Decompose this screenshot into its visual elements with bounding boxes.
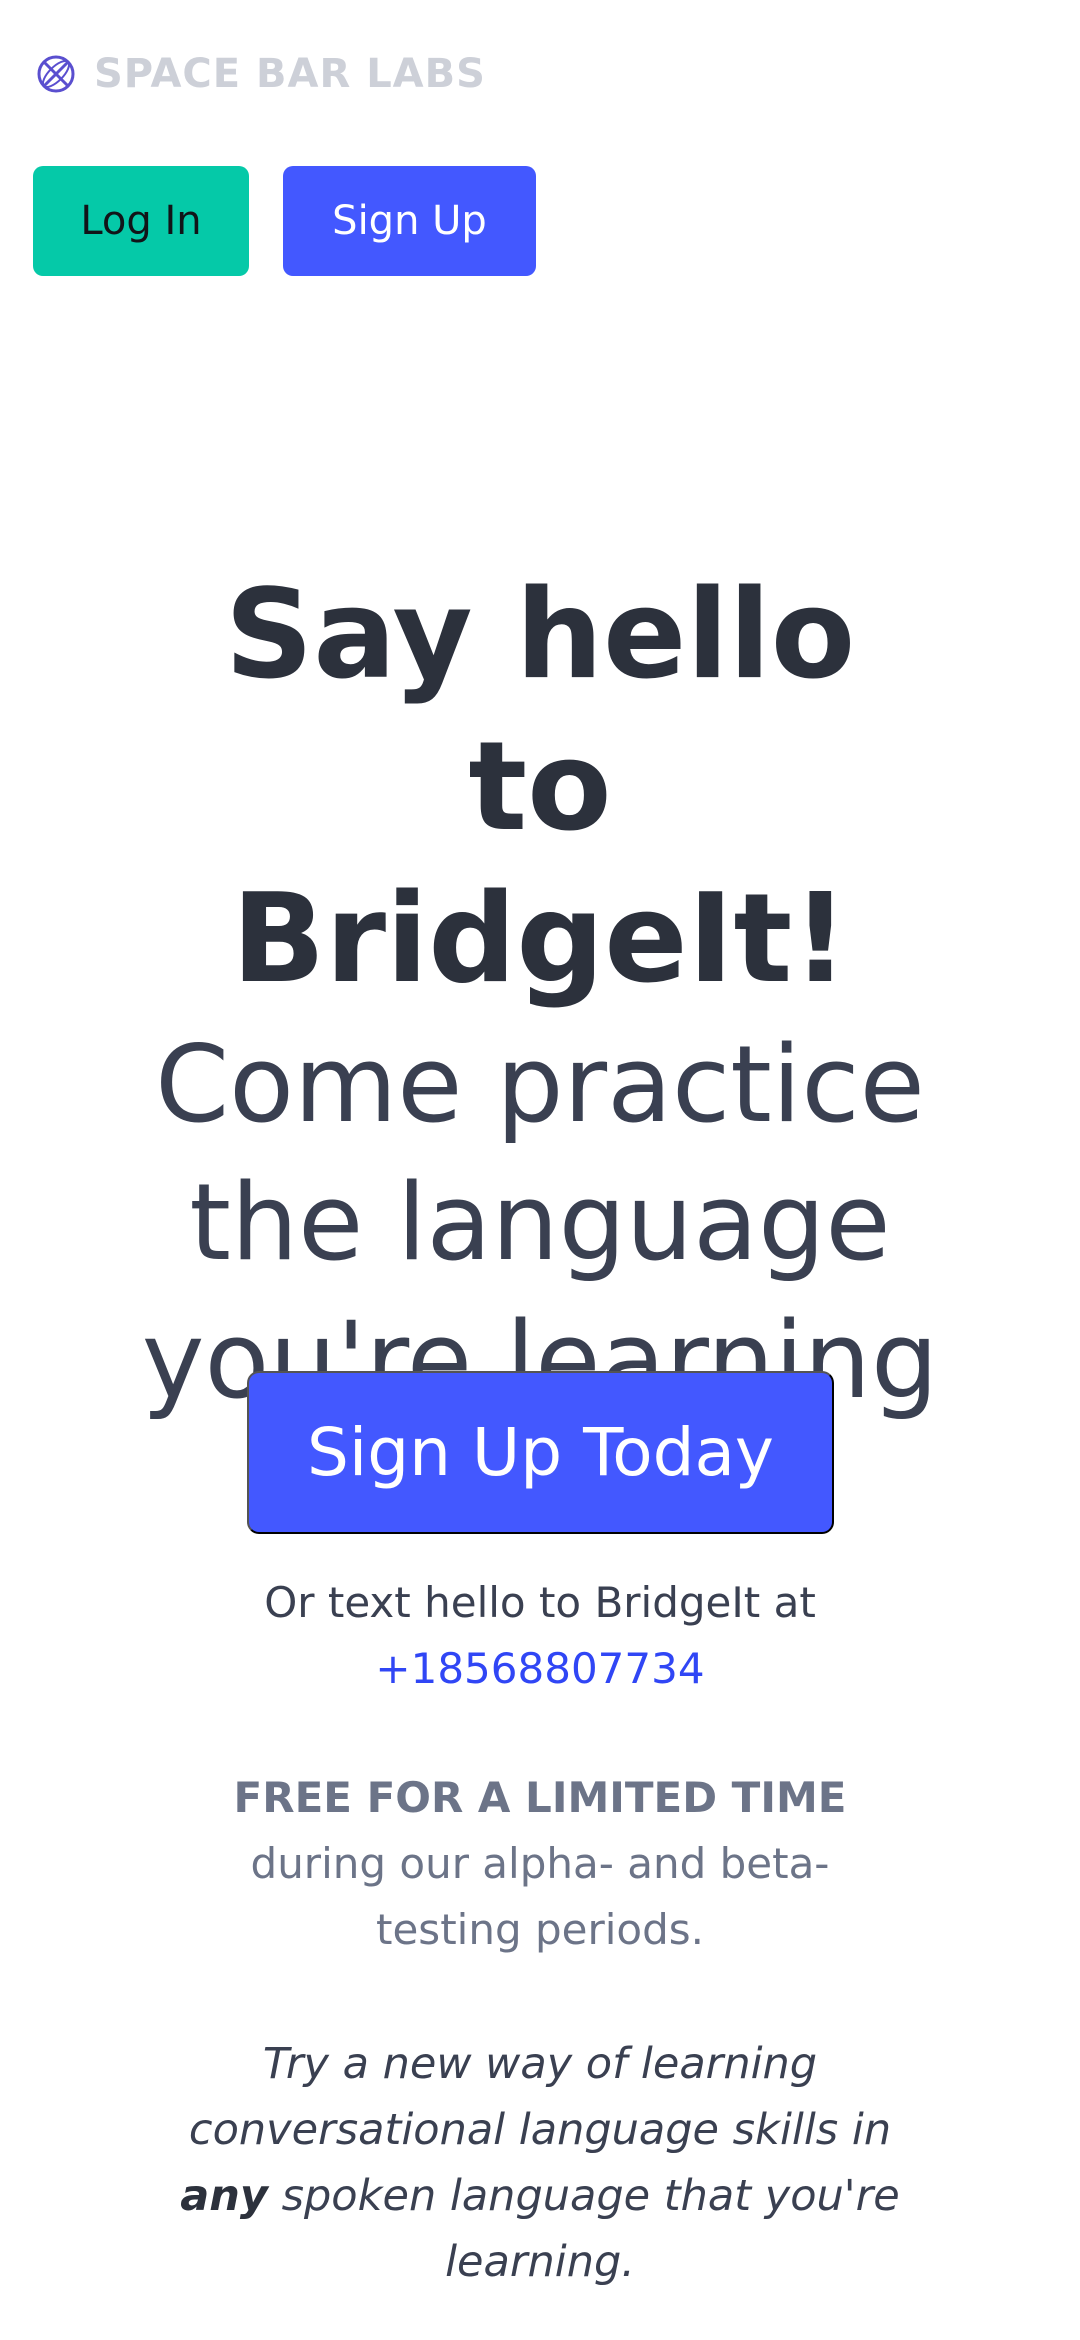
tagline-line3: spoken language that you're [267,2171,900,2221]
hero-title: Say hello to BridgeIt! [0,560,1080,1016]
tagline-emphasis: any [180,2171,268,2221]
hero-subtitle-line2: the language [189,1161,891,1284]
brand-logo[interactable]: SPACE BAR LABS [36,48,486,100]
tagline-line2: conversational language skills in [188,2105,892,2155]
contact-label: Or text hello to BridgeIt at [264,1578,816,1627]
tagline-line1: Try a new way of learning [262,2039,818,2089]
brand-name: SPACE BAR LABS [94,51,486,97]
tagline: Try a new way of learning conversational… [0,2031,1080,2295]
phone-link[interactable]: +18568807734 [375,1644,704,1693]
globe-icon [36,54,76,94]
signup-button[interactable]: Sign Up [283,166,536,276]
hero-section: Say hello to BridgeIt! Come practice the… [0,560,1080,1430]
contact-text: Or text hello to BridgeIt at +1856880773… [0,1570,1080,1702]
hero-title-line2: BridgeIt! [231,868,849,1011]
promo-text: FREE FOR A LIMITED TIME during our alpha… [0,1765,1080,1963]
auth-buttons: Log In Sign Up [33,166,536,276]
promo-headline: FREE FOR A LIMITED TIME [233,1773,847,1822]
promo-line1: during our alpha- and beta- [250,1839,830,1888]
promo-line2: testing periods. [376,1905,704,1954]
hero-subtitle: Come practice the language you're learni… [0,1016,1080,1430]
hero-subtitle-line1: Come practice [155,1023,925,1146]
hero-title-line1: Say hello to [224,564,856,859]
signup-today-button[interactable]: Sign Up Today [247,1371,834,1534]
login-button[interactable]: Log In [33,166,249,276]
tagline-line4: learning. [445,2237,635,2287]
